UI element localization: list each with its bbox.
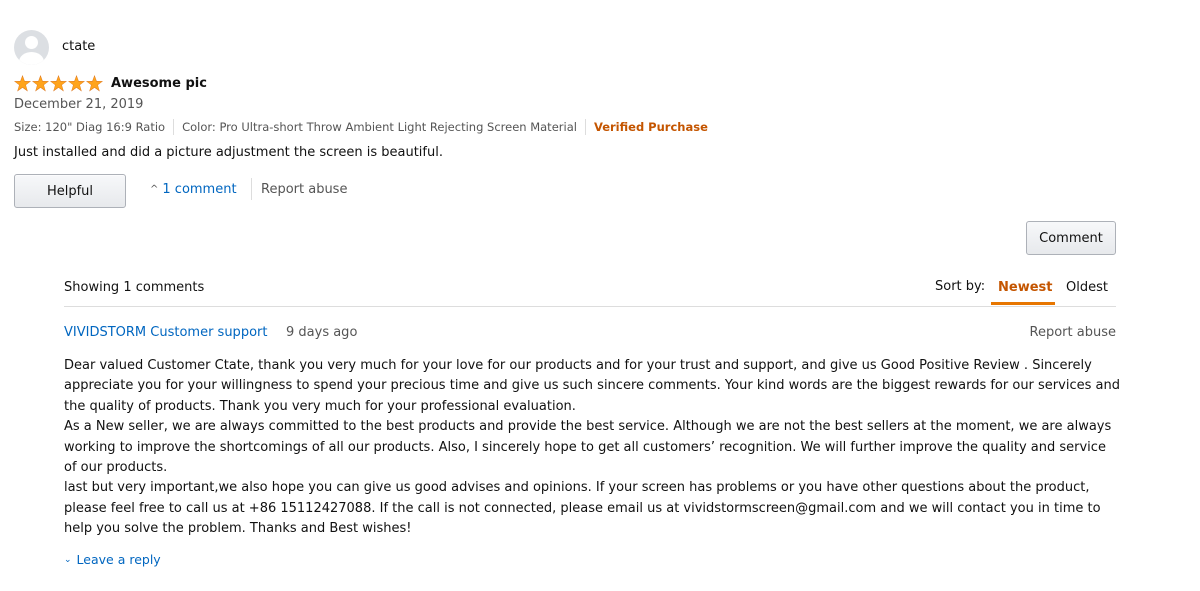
comment-line: appreciate you for your willingness to s…	[64, 378, 1120, 394]
comment-line: last but very important,we also hope you…	[64, 480, 1090, 496]
action-divider	[251, 178, 252, 200]
avatar-body-shape	[19, 52, 44, 65]
comments-count-heading: Showing 1 comments	[64, 280, 205, 295]
star-icon	[50, 75, 67, 92]
verified-purchase-badge[interactable]: Verified Purchase	[594, 120, 708, 134]
comment-line: please feel free to call us at +86 15112…	[64, 500, 1101, 516]
comment-line: of our products.	[64, 460, 168, 476]
helpful-button[interactable]: Helpful	[14, 174, 126, 208]
comment-line: working to improve the shortcomings of a…	[64, 439, 1106, 455]
avatar	[14, 30, 49, 65]
star-icon	[68, 75, 85, 92]
report-abuse-link[interactable]: Report abuse	[261, 182, 347, 197]
product-color[interactable]: Color: Pro Ultra-short Throw Ambient Lig…	[182, 120, 577, 134]
section-divider	[64, 306, 1116, 307]
chevron-up-icon: ^	[150, 184, 159, 195]
star-icon	[86, 75, 103, 92]
review-title[interactable]: Awesome pic	[111, 76, 207, 91]
leave-reply-link[interactable]: ⌄ Leave a reply	[64, 552, 161, 567]
reviewer-name[interactable]: ctate	[62, 39, 95, 54]
star-rating	[14, 75, 103, 93]
review-body: Just installed and did a picture adjustm…	[14, 145, 443, 160]
comment-line: Dear valued Customer Ctate, thank you ve…	[64, 358, 1092, 373]
meta-divider	[584, 119, 586, 135]
comment-body: Dear valued Customer Ctate, thank you ve…	[64, 356, 1124, 540]
sort-label: Sort by:	[935, 279, 986, 294]
comment-age: 9 days ago	[286, 325, 358, 340]
comment-button[interactable]: Comment	[1026, 221, 1116, 255]
sort-oldest-tab[interactable]: Oldest	[1066, 280, 1108, 295]
comments-count-label: 1 comment	[162, 182, 237, 197]
star-icon	[14, 75, 31, 92]
comment-line: help you solve the problem. Thanks and B…	[64, 521, 412, 537]
review-date: December 21, 2019	[14, 97, 144, 112]
comments-toggle-link[interactable]: ^ 1 comment	[150, 182, 237, 197]
comment-report-abuse-link[interactable]: Report abuse	[1030, 325, 1116, 340]
leave-reply-label: Leave a reply	[76, 552, 161, 567]
comment-line: the quality of products. Thank you very …	[64, 398, 576, 414]
comment-line: As a New seller, we are always committed…	[64, 419, 1112, 435]
comment-author[interactable]: VIVIDSTORM Customer support	[64, 325, 267, 340]
meta-divider	[173, 119, 175, 135]
product-size[interactable]: Size: 120" Diag 16:9 Ratio	[14, 120, 165, 134]
sort-newest-tab[interactable]: Newest	[998, 280, 1052, 295]
avatar-head-shape	[25, 36, 38, 49]
chevron-down-icon: ⌄	[64, 554, 72, 565]
review-meta: Size: 120" Diag 16:9 Ratio Color: Pro Ul…	[14, 119, 708, 135]
sort-selected-indicator	[991, 302, 1055, 305]
star-icon	[32, 75, 49, 92]
